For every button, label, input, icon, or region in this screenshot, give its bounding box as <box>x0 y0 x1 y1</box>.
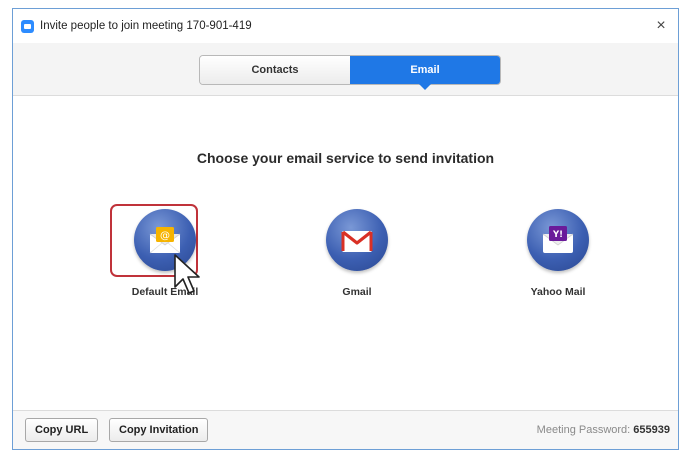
gmail-label: Gmail <box>342 286 372 298</box>
gmail-option[interactable]: Gmail <box>292 209 422 298</box>
title-bar: Invite people to join meeting 170-901-41… <box>13 9 678 43</box>
tab-email[interactable]: Email <box>350 56 500 90</box>
tab-header: Contacts Email <box>13 43 678 96</box>
footer-bar: Copy URL Copy Invitation Meeting Passwor… <box>13 410 678 449</box>
copy-invitation-button[interactable]: Copy Invitation <box>109 418 209 442</box>
svg-text:@: @ <box>160 231 170 242</box>
tab-switch: Contacts Email <box>199 55 501 90</box>
password-value: 655939 <box>633 424 670 436</box>
yahoo-mail-option[interactable]: Y! Yahoo Mail <box>493 209 623 298</box>
yahoo-mail-label: Yahoo Mail <box>530 286 586 298</box>
meeting-password: Meeting Password: 655939 <box>537 424 670 436</box>
password-label: Meeting Password: <box>536 424 631 436</box>
page-heading: Choose your email service to send invita… <box>196 150 495 166</box>
default-email-option[interactable]: @ Default Email <box>100 204 230 298</box>
close-button[interactable]: × <box>652 17 670 35</box>
tab-contacts[interactable]: Contacts <box>200 56 350 84</box>
mouse-pointer-icon <box>174 254 200 294</box>
zoom-app-icon <box>21 19 34 33</box>
window-title: Invite people to join meeting 170-901-41… <box>40 20 252 32</box>
yahoo-mail-icon: Y! <box>527 209 589 271</box>
invite-dialog: Invite people to join meeting 170-901-41… <box>12 8 679 450</box>
svg-text:Y!: Y! <box>552 230 563 240</box>
gmail-icon <box>326 209 388 271</box>
copy-url-button[interactable]: Copy URL <box>25 418 99 442</box>
default-email-label: Default Email <box>131 286 199 298</box>
